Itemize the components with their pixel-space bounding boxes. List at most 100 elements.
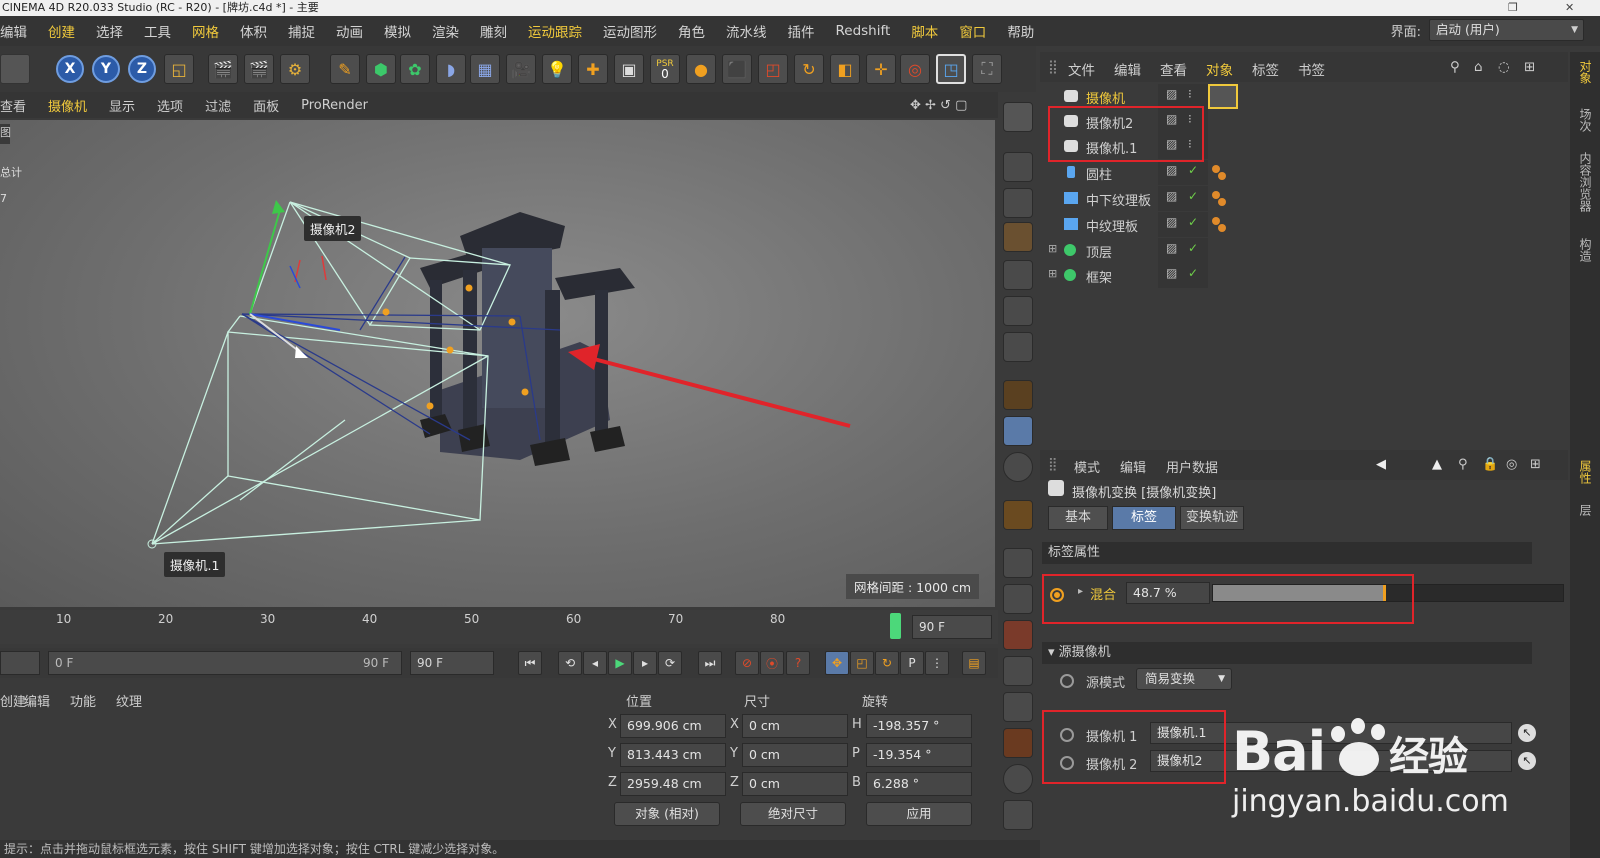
next-key-icon[interactable]: ⟳ bbox=[658, 651, 682, 675]
restore-window-icon[interactable]: ❐ bbox=[1508, 0, 1518, 16]
camera-icon[interactable]: 🎥 bbox=[506, 54, 536, 84]
right-tab-layers[interactable]: 层 bbox=[1577, 504, 1594, 516]
next-frame-icon[interactable]: ▸ bbox=[633, 651, 657, 675]
go-to-start-icon[interactable]: ⏮ bbox=[518, 651, 542, 675]
render-view-icon[interactable]: 🎬 bbox=[208, 54, 238, 84]
object-menu-edit[interactable]: 编辑 bbox=[1114, 59, 1141, 79]
menu-plugins[interactable]: 插件 bbox=[788, 21, 815, 41]
right-tab-takes[interactable]: 场次 bbox=[1577, 108, 1594, 132]
undo-icon[interactable] bbox=[0, 54, 30, 84]
coords-mode-select[interactable]: 对象 (相对) bbox=[614, 802, 720, 826]
light-icon[interactable]: 💡 bbox=[542, 54, 572, 84]
object-row-top-layer[interactable]: ⊞ 顶层 ▨ ✓ bbox=[1048, 238, 1558, 263]
planar-workplane-icon[interactable] bbox=[1003, 584, 1033, 614]
tab-transform-trail[interactable]: 变换轨迹 bbox=[1180, 506, 1244, 530]
coords-rot-b-field[interactable]: 6.288 ° bbox=[866, 772, 972, 796]
coords-size-x-field[interactable]: 0 cm bbox=[742, 714, 848, 738]
viewport-menu-prorender[interactable]: ProRender bbox=[301, 98, 368, 113]
key-parameter-icon[interactable]: P bbox=[900, 651, 924, 675]
object-row-mid-panel[interactable]: 中纹理板 ▨ ✓ bbox=[1048, 212, 1558, 237]
model-mode-icon[interactable] bbox=[1003, 152, 1033, 182]
material-menu-create[interactable]: 创建 bbox=[0, 691, 26, 710]
go-to-end-icon[interactable]: ⏭ bbox=[698, 651, 722, 675]
viewport-menu-options[interactable]: 选项 bbox=[157, 96, 183, 115]
coordinate-system-icon[interactable]: ◱ bbox=[164, 54, 194, 84]
snap-s-icon[interactable] bbox=[1003, 452, 1033, 482]
end-frame-field[interactable]: 90 F bbox=[410, 651, 494, 675]
psr-button[interactable]: PSR 0 bbox=[650, 54, 680, 84]
magnet-icon[interactable] bbox=[1003, 500, 1033, 530]
timeline-playhead[interactable] bbox=[890, 613, 901, 639]
cube-icon[interactable]: ⬛ bbox=[722, 54, 752, 84]
rotate-icon[interactable]: ↻ bbox=[794, 54, 824, 84]
menu-window[interactable]: 窗口 bbox=[959, 21, 986, 41]
current-frame-field[interactable]: 90 F bbox=[912, 615, 992, 639]
menu-create[interactable]: 创建 bbox=[48, 21, 75, 41]
visibility-toggle[interactable]: ▨ ✓ bbox=[1158, 263, 1208, 288]
lock-icon[interactable]: 🔒 bbox=[1482, 457, 1498, 472]
scale-icon[interactable]: ◧ bbox=[830, 54, 860, 84]
keyframe-selection-icon[interactable]: ? bbox=[786, 651, 810, 675]
subdivision-icon[interactable]: ⬢ bbox=[366, 54, 396, 84]
workplane-mode-icon[interactable] bbox=[1003, 222, 1033, 252]
play-icon[interactable]: ▶ bbox=[608, 651, 632, 675]
drag-handle-icon[interactable]: ⣿ bbox=[1048, 457, 1058, 472]
tab-tag[interactable]: 标签 bbox=[1112, 506, 1176, 530]
menu-animate[interactable]: 动画 bbox=[336, 21, 363, 41]
camera2-pick-icon[interactable]: ↖ bbox=[1518, 752, 1536, 770]
search-icon[interactable]: ⚲ bbox=[1450, 59, 1460, 75]
menu-sculpt[interactable]: 雕刻 bbox=[480, 21, 507, 41]
material-tag-icon[interactable] bbox=[1208, 212, 1238, 237]
render-region-icon[interactable] bbox=[1003, 620, 1033, 650]
viewport-3d[interactable]: 图 总计 7 摄像机2 摄像机.1 网格间距: 1000 cm bbox=[0, 120, 995, 607]
snap-icon[interactable]: ● bbox=[686, 54, 716, 84]
python-icon[interactable] bbox=[1003, 800, 1033, 830]
axis-z-lock-button[interactable]: Z bbox=[128, 55, 156, 83]
axis-x-lock-button[interactable]: X bbox=[56, 55, 84, 83]
viewport-navigation-icons[interactable]: ✥ ✢ ↺ ▢ bbox=[910, 98, 967, 113]
object-menu-bookmarks[interactable]: 书签 bbox=[1298, 59, 1325, 79]
menu-mesh[interactable]: 网格 bbox=[192, 21, 219, 41]
target-icon[interactable]: ◎ bbox=[1506, 457, 1517, 472]
material-tag-icon[interactable] bbox=[1208, 186, 1238, 211]
coords-rot-h-field[interactable]: -198.357 ° bbox=[866, 714, 972, 738]
menu-select[interactable]: 选择 bbox=[96, 21, 123, 41]
auto-key-icon[interactable]: ⦿ bbox=[760, 651, 784, 675]
key-pla-icon[interactable]: ⋮ bbox=[925, 651, 949, 675]
visibility-toggle[interactable]: ▨ ✓ bbox=[1158, 238, 1208, 263]
edges-mode-icon[interactable] bbox=[1003, 296, 1033, 326]
menu-simulate[interactable]: 模拟 bbox=[384, 21, 411, 41]
material-menu-function[interactable]: 功能 bbox=[70, 691, 96, 710]
visibility-toggle[interactable]: ▨ ✓ bbox=[1158, 212, 1208, 237]
coords-pos-x-field[interactable]: 699.906 cm bbox=[620, 714, 726, 738]
render-settings-icon[interactable]: ⚙ bbox=[280, 54, 310, 84]
material-tag-icon[interactable] bbox=[1208, 160, 1238, 185]
drag-handle-icon[interactable]: ⣿ bbox=[1048, 59, 1058, 75]
previous-frame-icon[interactable]: ◂ bbox=[583, 651, 607, 675]
menu-motion-tracking[interactable]: 运动跟踪 bbox=[528, 21, 582, 41]
previous-key-icon[interactable]: ⟲ bbox=[558, 651, 582, 675]
character-icon[interactable] bbox=[1003, 692, 1033, 722]
pen-spline-icon[interactable]: ✎ bbox=[330, 54, 360, 84]
attr-menu-user-data[interactable]: 用户数据 bbox=[1166, 457, 1218, 476]
back-arrow-icon[interactable]: ◀ bbox=[1376, 457, 1386, 472]
expand-icon[interactable]: ⊞ bbox=[1048, 267, 1057, 280]
source-mode-select[interactable]: 简易变换 ▼ bbox=[1136, 668, 1232, 690]
workplane-lock-icon[interactable] bbox=[1003, 548, 1033, 578]
material-menu-texture[interactable]: 纹理 bbox=[116, 691, 142, 710]
menu-pipeline[interactable]: 流水线 bbox=[726, 21, 767, 41]
menu-script[interactable]: 脚本 bbox=[911, 21, 938, 41]
axis-y-lock-button[interactable]: Y bbox=[92, 55, 120, 83]
record-keys-icon[interactable]: ⊘ bbox=[735, 651, 759, 675]
timeline-ruler[interactable]: 10 20 30 40 50 60 70 80 90 F bbox=[0, 610, 998, 644]
viewport-menu-filter[interactable]: 过滤 bbox=[205, 96, 231, 115]
menu-tools[interactable]: 工具 bbox=[144, 21, 171, 41]
points-mode-icon[interactable] bbox=[1003, 260, 1033, 290]
new-window-icon[interactable]: ⊞ bbox=[1530, 457, 1541, 472]
live-select-icon[interactable]: ◎ bbox=[900, 54, 930, 84]
new-window-icon[interactable]: ⊞ bbox=[1524, 59, 1535, 75]
deformer-icon[interactable]: ◗ bbox=[436, 54, 466, 84]
camera1-pick-icon[interactable]: ↖ bbox=[1518, 724, 1536, 742]
key-position-icon[interactable]: ✥ bbox=[825, 651, 849, 675]
visibility-toggle[interactable]: ▨ ✓ bbox=[1158, 160, 1208, 185]
